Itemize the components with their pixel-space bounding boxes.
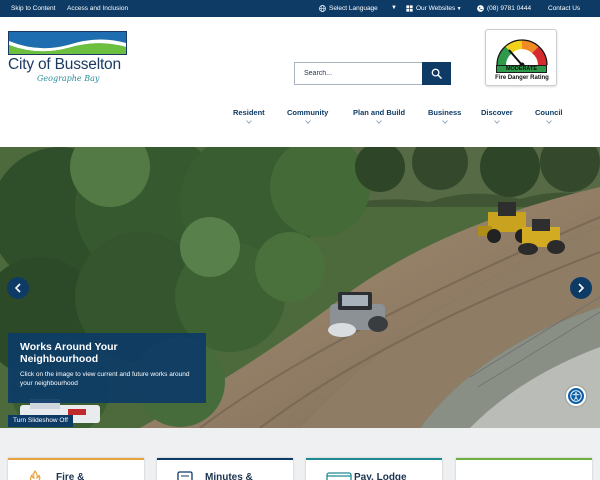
site-search	[294, 62, 451, 85]
phone-link[interactable]: (08) 9781 0444	[477, 0, 531, 17]
logo-city-name: City of Busselton	[8, 56, 121, 73]
slide-title: Works Around Your Neighbourhood	[20, 341, 118, 365]
card-label: Pay, Lodge	[354, 472, 407, 480]
utility-bar: Skip to Content Access and Inclusion Sel…	[0, 0, 600, 17]
nav-item-community[interactable]: Community	[287, 108, 328, 124]
nav-label: Discover	[481, 108, 513, 117]
flame-icon	[29, 470, 41, 480]
search-button[interactable]	[422, 62, 451, 85]
search-icon	[431, 68, 442, 79]
search-input[interactable]	[294, 62, 422, 85]
accessibility-button[interactable]	[566, 386, 586, 406]
chevron-left-icon	[14, 283, 21, 293]
nav-label: Resident	[233, 108, 265, 117]
contact-us-link[interactable]: Contact Us	[548, 0, 580, 17]
logo-wave-graphic	[8, 31, 127, 55]
card-accent-bar	[8, 458, 144, 460]
chevron-down-icon	[545, 120, 552, 124]
card-pay-lodge[interactable]: Pay, Lodge	[306, 458, 442, 480]
card-accent-bar	[456, 458, 592, 460]
phone-icon	[477, 4, 484, 12]
phone-number: (08) 9781 0444	[487, 5, 532, 12]
fire-danger-gauge-icon	[496, 39, 548, 67]
nav-label: Business	[428, 108, 462, 117]
card-fire[interactable]: Fire &	[8, 458, 144, 480]
quick-links: Fire & Minutes & Pay, Lodge	[0, 428, 600, 480]
card-accent-bar	[306, 458, 442, 460]
skip-to-content-link[interactable]: Skip to Content	[11, 0, 55, 17]
hero-slideshow[interactable]: Works Around Your Neighbourhood Click on…	[0, 147, 600, 428]
slide-description: Click on the image to view current and f…	[20, 371, 190, 387]
chevron-down-icon	[441, 120, 448, 124]
nav-label: Community	[287, 108, 329, 117]
fire-danger-level: MODERATE	[496, 65, 547, 73]
chevron-down-icon: ▼	[455, 6, 462, 12]
nav-item-business[interactable]: Business	[428, 108, 461, 124]
nav-item-plan-and-build[interactable]: Plan and Build	[353, 108, 405, 124]
nav-item-resident[interactable]: Resident	[233, 108, 265, 124]
chevron-right-icon	[578, 283, 585, 293]
card-accent-bar	[157, 458, 293, 460]
language-label: Select Language	[329, 5, 378, 12]
card-label: Fire &	[56, 472, 85, 480]
nav-item-council[interactable]: Council	[535, 108, 563, 124]
slideshow-previous-button[interactable]	[7, 277, 29, 299]
logo-tagline: Geographe Bay	[37, 74, 100, 83]
chevron-down-icon	[494, 120, 500, 124]
card-minutes[interactable]: Minutes &	[157, 458, 293, 480]
nav-label: Council	[535, 108, 563, 117]
nav-item-discover[interactable]: Discover	[481, 108, 513, 124]
access-inclusion-link[interactable]: Access and Inclusion	[67, 0, 128, 17]
card-label: Minutes &	[205, 472, 253, 480]
payment-card-icon	[326, 472, 352, 480]
chevron-down-icon	[376, 120, 382, 124]
card-fourth[interactable]	[456, 458, 592, 480]
chevron-down-icon	[246, 120, 252, 124]
accessibility-icon	[570, 390, 582, 402]
city-logo[interactable]: City of Busselton Geographe Bay	[8, 31, 128, 91]
grid-icon	[406, 5, 413, 12]
our-websites-label: Our Websites	[416, 5, 456, 12]
nav-label: Plan and Build	[353, 108, 406, 117]
slide-caption[interactable]: Works Around Your Neighbourhood Click on…	[8, 333, 206, 403]
globe-icon	[319, 4, 326, 12]
slideshow-next-button[interactable]	[570, 277, 592, 299]
fire-danger-label: Fire Danger Rating	[495, 75, 549, 81]
main-navigation: Resident Community Plan and Build Busine…	[0, 108, 600, 130]
fire-danger-rating-widget[interactable]: MODERATE Fire Danger Rating	[485, 29, 557, 86]
our-websites-menu[interactable]: Our Websites ▼	[406, 0, 462, 17]
document-icon	[177, 471, 193, 480]
chevron-down-icon[interactable]: ▼	[391, 0, 397, 17]
turn-slideshow-off-button[interactable]: Turn Slideshow Off	[8, 415, 73, 427]
language-selector[interactable]: Select Language	[319, 0, 378, 17]
chevron-down-icon	[304, 120, 311, 124]
